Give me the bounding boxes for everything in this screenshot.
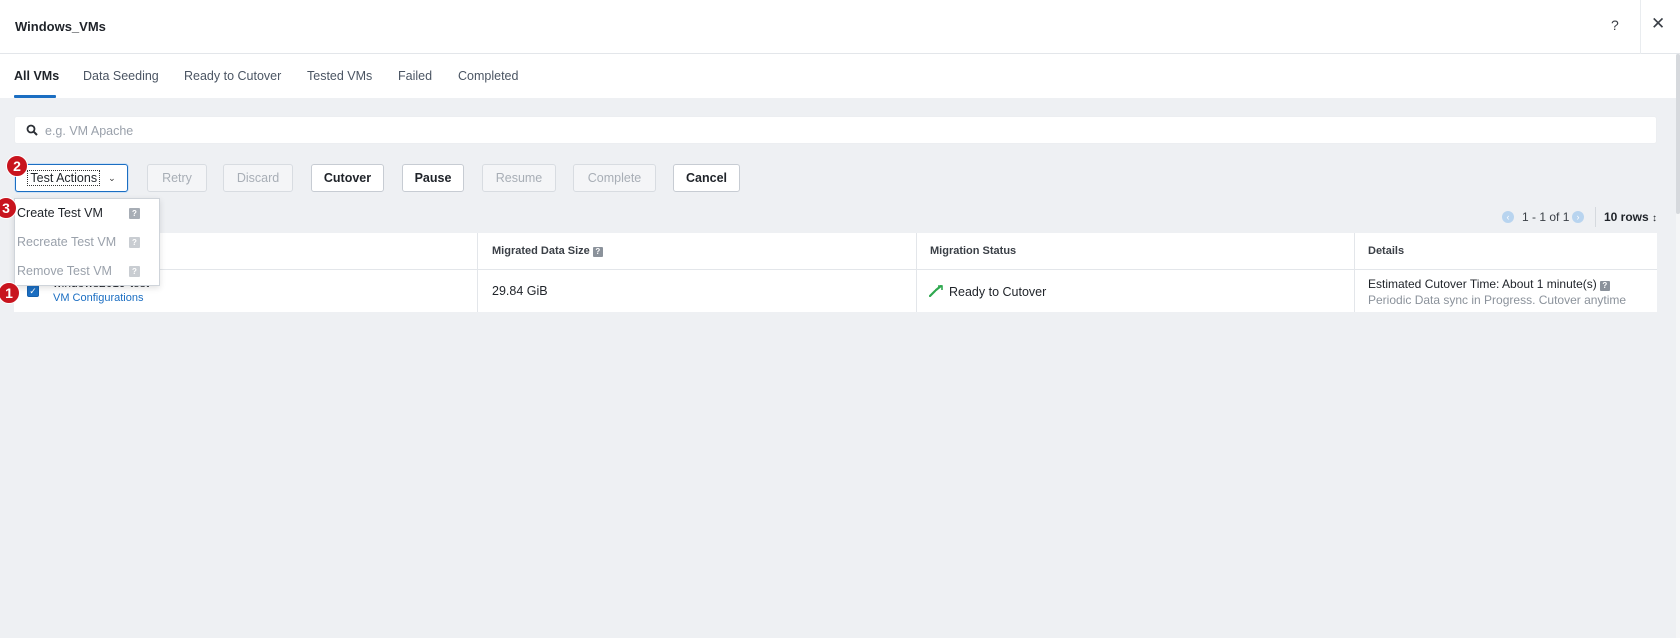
tab-failed[interactable]: Failed	[398, 69, 432, 83]
row-checkbox[interactable]: ✓	[27, 285, 39, 297]
search-icon	[26, 124, 38, 136]
info-icon[interactable]: ?	[129, 208, 140, 219]
rows-per-page-label: 10 rows	[1604, 210, 1649, 224]
cutover-button[interactable]: Cutover	[311, 164, 384, 192]
tab-all-vms[interactable]: All VMs	[14, 69, 59, 83]
vm-table: Migrated Data Size? Migration Status Det…	[14, 233, 1657, 312]
sync-status-text: Periodic Data sync in Progress. Cutover …	[1368, 293, 1627, 307]
pagination-divider	[1595, 207, 1596, 227]
tab-tested-vms[interactable]: Tested VMs	[307, 69, 372, 83]
header-bar: Windows_VMs ? ✕	[0, 0, 1680, 54]
chevron-down-icon: ⌄	[108, 172, 116, 183]
prev-page-icon[interactable]: ‹	[1502, 211, 1514, 223]
header-details: Details	[1368, 245, 1405, 257]
resume-button[interactable]: Resume	[482, 164, 556, 192]
complete-button[interactable]: Complete	[573, 164, 656, 192]
search-input[interactable]	[45, 121, 1635, 141]
tab-completed[interactable]: Completed	[458, 69, 518, 83]
pause-button[interactable]: Pause	[402, 164, 464, 192]
cutover-estimate: Estimated Cutover Time: About 1 minute(s…	[1368, 277, 1610, 291]
discard-button[interactable]: Discard	[223, 164, 293, 192]
migrated-size: 29.84 GiB	[492, 284, 548, 298]
window-title: Windows_VMs	[15, 19, 106, 34]
test-actions-label: Test Actions	[27, 170, 101, 186]
sort-updown-icon: ↕	[1652, 213, 1658, 224]
tab-data-seeding[interactable]: Data Seeding	[83, 69, 159, 83]
table-row[interactable]: ✓ windows2019-test VM Configurations 29.…	[14, 270, 1657, 312]
info-icon[interactable]: ?	[1599, 281, 1610, 291]
vm-configurations-link[interactable]: VM Configurations	[53, 292, 144, 304]
rows-per-page-select[interactable]: 10 rows ↕	[1604, 210, 1657, 224]
menu-item-remove-test-vm[interactable]: Remove Test VM ?	[15, 257, 161, 285]
test-actions-button[interactable]: Test Actions ⌄	[15, 164, 128, 192]
active-tab-indicator	[14, 95, 56, 98]
info-icon[interactable]: ?	[592, 247, 603, 257]
menu-item-create-test-vm[interactable]: Create Test VM ?	[15, 199, 161, 227]
header-divider	[1640, 0, 1641, 54]
menu-item-recreate-test-vm[interactable]: Recreate Test VM ?	[15, 228, 161, 256]
cancel-button[interactable]: Cancel	[673, 164, 740, 192]
retry-button[interactable]: Retry	[147, 164, 207, 192]
test-actions-menu: Create Test VM ? Recreate Test VM ? Remo…	[14, 198, 160, 286]
search-box	[14, 116, 1657, 144]
step-marker-2: 2	[6, 155, 28, 177]
info-icon[interactable]: ?	[129, 237, 140, 248]
pagination-range: 1 - 1 of 1	[1522, 210, 1570, 224]
header-migration-status: Migration Status	[930, 245, 1017, 257]
migration-status: Ready to Cutover	[949, 285, 1047, 299]
scrollbar-thumb[interactable]	[1676, 54, 1680, 214]
header-migrated-size: Migrated Data Size?	[492, 245, 603, 257]
close-icon[interactable]: ✕	[1651, 14, 1665, 34]
tab-ready-to-cutover[interactable]: Ready to Cutover	[184, 69, 281, 83]
ready-cutover-icon	[929, 285, 943, 297]
info-icon[interactable]: ?	[129, 266, 140, 277]
tab-bar: All VMs Data Seeding Ready to Cutover Te…	[0, 54, 1676, 98]
next-page-icon[interactable]: ›	[1572, 211, 1584, 223]
table-header: Migrated Data Size? Migration Status Det…	[14, 233, 1657, 270]
help-icon[interactable]: ?	[1611, 17, 1619, 33]
